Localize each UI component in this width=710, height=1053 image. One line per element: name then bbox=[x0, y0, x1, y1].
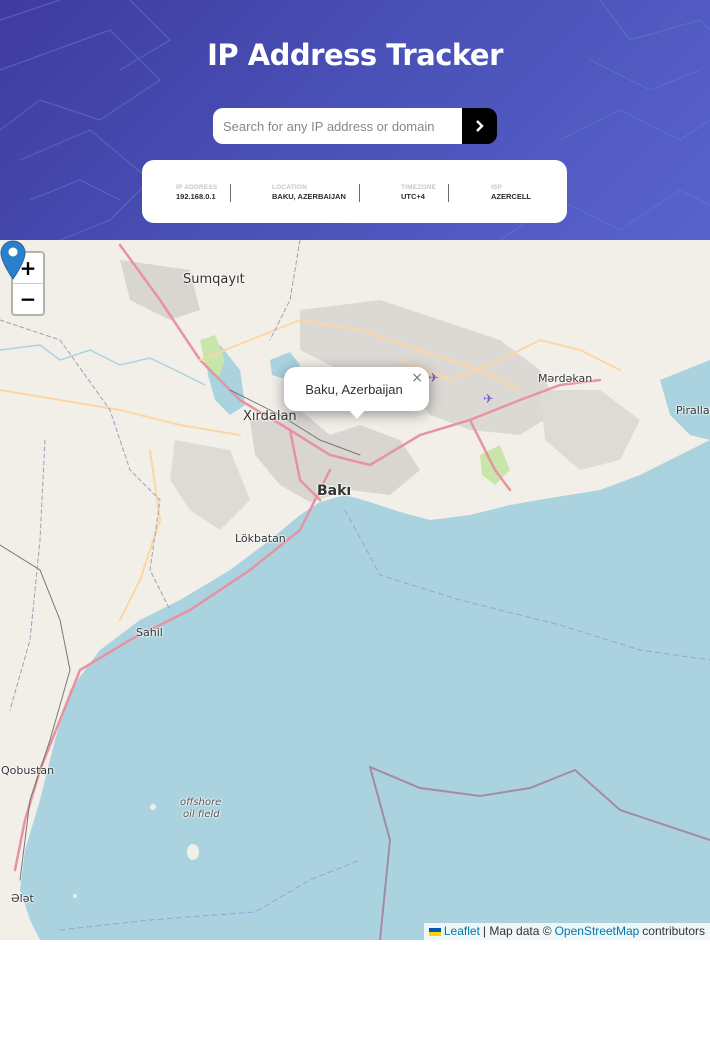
ukraine-flag-icon bbox=[428, 927, 441, 936]
airport-icon: ✈ bbox=[428, 371, 439, 386]
osm-link[interactable]: OpenStreetMap bbox=[555, 923, 640, 940]
urban-area bbox=[170, 440, 250, 530]
place-label: Xırdalan bbox=[243, 409, 297, 424]
place-label: Bakı bbox=[317, 483, 352, 499]
location-info: LOCATION BAKU, AZERBAIJAN bbox=[272, 184, 346, 201]
location-popup: Baku, Azerbaijan × bbox=[284, 367, 429, 419]
attribution-separator: | Map data © bbox=[482, 924, 552, 938]
urban-area bbox=[540, 390, 640, 470]
island bbox=[73, 894, 77, 898]
popup-text: Baku, Azerbaijan bbox=[305, 382, 403, 397]
place-label: Sumqayıt bbox=[183, 272, 245, 287]
place-label: Ələt bbox=[11, 892, 34, 905]
search-input[interactable] bbox=[213, 108, 462, 144]
isp-label: ISP bbox=[491, 184, 503, 191]
divider bbox=[448, 184, 449, 202]
place-label: offshore bbox=[180, 797, 222, 808]
river bbox=[0, 344, 206, 386]
info-card: IP ADDRESS 192.168.0.1 LOCATION BAKU, AZ… bbox=[142, 160, 567, 223]
urban-area bbox=[120, 260, 200, 320]
airport-icon: ✈ bbox=[483, 392, 494, 407]
ip-label: IP ADDRESS bbox=[176, 184, 218, 191]
page-title: IP Address Tracker bbox=[207, 38, 503, 72]
island bbox=[150, 804, 156, 810]
timezone-value: UTC+4 bbox=[401, 192, 425, 201]
timezone-label: TIMEZONE bbox=[401, 184, 437, 191]
timezone-info: TIMEZONE UTC+4 bbox=[401, 184, 436, 201]
location-label: LOCATION bbox=[272, 184, 308, 191]
location-value: BAKU, AZERBAIJAN bbox=[272, 192, 346, 201]
map-tiles: ✈ ✈ bbox=[0, 240, 710, 940]
leaflet-link[interactable]: Leaflet bbox=[444, 923, 480, 940]
zoom-out-button[interactable]: − bbox=[13, 284, 43, 314]
place-label: Pirallah bbox=[676, 404, 710, 417]
attribution-contributors: contributors bbox=[642, 924, 705, 938]
ip-info: IP ADDRESS 192.168.0.1 bbox=[176, 184, 217, 201]
chevron-right-icon bbox=[475, 120, 484, 132]
place-label: oil field bbox=[183, 809, 220, 820]
place-label: Sahil bbox=[136, 626, 163, 639]
divider bbox=[359, 184, 360, 202]
isp-value: AZERCELL bbox=[491, 192, 531, 201]
page-footer-blank bbox=[0, 940, 710, 1053]
popup-tip bbox=[348, 409, 366, 419]
divider bbox=[230, 184, 231, 202]
place-label: Qobustan bbox=[1, 764, 55, 777]
search-bar bbox=[213, 108, 497, 144]
admin-border bbox=[9, 439, 46, 711]
primary-road bbox=[0, 389, 241, 436]
isp-info: ISP AZERCELL bbox=[491, 184, 531, 201]
map-attribution: Leaflet | Map data © OpenStreetMap contr… bbox=[423, 923, 710, 940]
search-button[interactable] bbox=[462, 108, 497, 144]
header-banner: IP Address Tracker IP ADDRESS 192.168.0.… bbox=[0, 0, 710, 240]
place-label: Mərdəkan bbox=[538, 372, 593, 385]
primary-road bbox=[119, 449, 162, 621]
close-icon[interactable]: × bbox=[411, 370, 423, 386]
island bbox=[187, 844, 199, 860]
sea-area bbox=[20, 440, 710, 940]
map-view[interactable]: ✈ ✈ Sumqayıt Mərdəkan Pirallah Xırdalan … bbox=[0, 240, 710, 940]
place-label: Lökbatan bbox=[235, 532, 286, 545]
map-pin-icon[interactable] bbox=[0, 240, 26, 280]
ip-value: 192.168.0.1 bbox=[176, 192, 216, 201]
